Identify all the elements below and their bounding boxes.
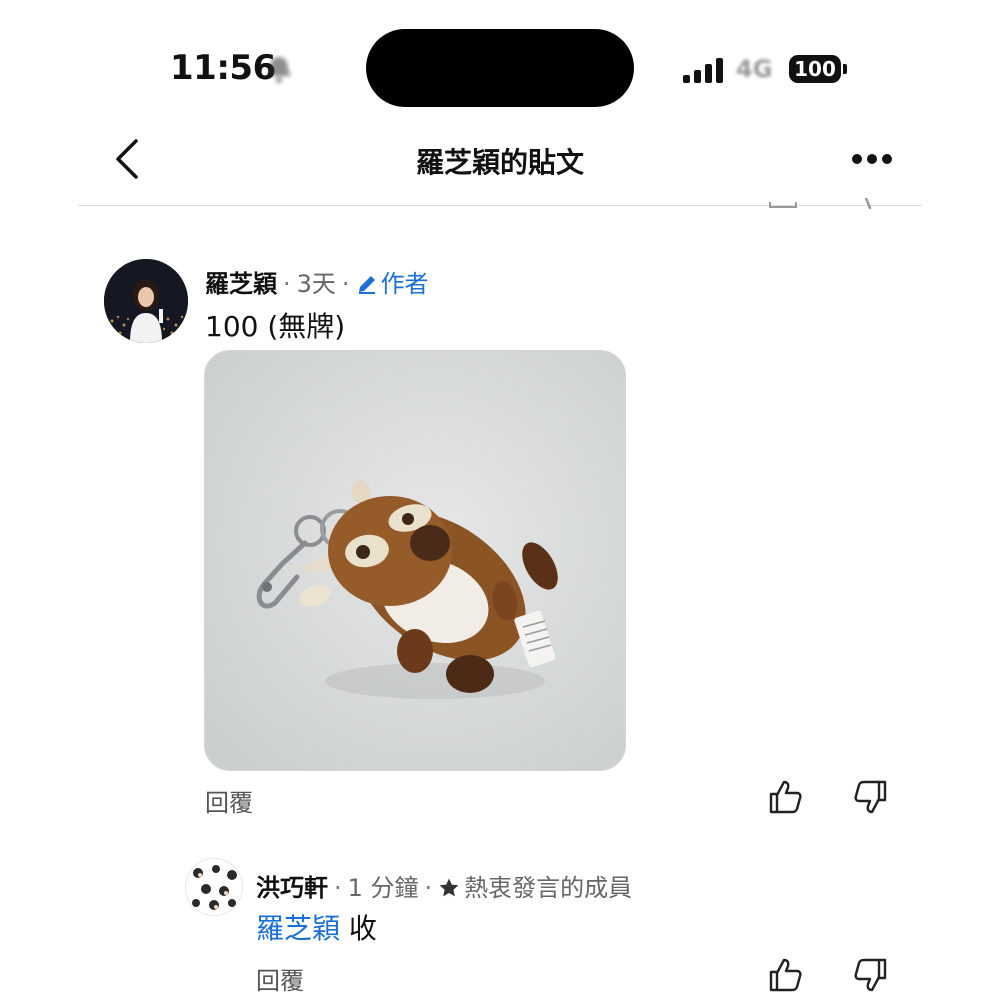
pencil-icon [358, 276, 375, 294]
page-title: 羅芝穎的貼文 [415, 146, 584, 179]
dynamic-island [366, 29, 634, 107]
reply-button[interactable]: 回覆 [256, 961, 304, 996]
comment-meta: 羅芝穎 · 3天 · 作者 [205, 270, 429, 298]
comment-meta: 洪巧軒 · 1 分鐘 · 熱衷發言的成員 [256, 874, 633, 902]
back-button[interactable] [105, 135, 149, 183]
chevron-left-icon [116, 139, 138, 179]
avatar[interactable] [185, 858, 243, 916]
avatar-photo [104, 259, 188, 343]
more-options-button[interactable] [848, 146, 896, 172]
comment-time: 1 分鐘 [347, 874, 419, 902]
author-name[interactable]: 羅芝穎 [205, 270, 277, 298]
reply-button[interactable]: 回覆 [205, 783, 253, 818]
silent-bell-icon [267, 57, 291, 83]
comment-body: 收 [348, 912, 377, 945]
status-time: 11:56 [170, 48, 276, 88]
battery-tip [843, 64, 847, 74]
battery-icon: 100 [789, 55, 841, 83]
plush-reindeer-keychain-photo [205, 351, 625, 770]
signal-icon [683, 57, 725, 83]
author-badge-label: 作者 [380, 270, 429, 298]
avatar[interactable] [104, 259, 188, 343]
comment-text: 100 (無牌) [205, 310, 346, 343]
thumbs-up-icon[interactable] [766, 956, 804, 994]
avatar-pattern [186, 859, 242, 915]
more-dots-icon [852, 154, 862, 164]
author-badge: 作者 [356, 270, 429, 298]
thumbs-down-icon[interactable] [852, 778, 890, 816]
mention-link[interactable]: 羅芝穎 [256, 912, 340, 945]
comment-photo[interactable] [204, 350, 626, 771]
scrolled-content-peek [769, 198, 872, 210]
author-name[interactable]: 洪巧軒 [256, 874, 328, 902]
comment-time: 3天 [296, 270, 336, 298]
member-badge-label: 熱衷發言的成員 [464, 874, 633, 902]
thumbs-down-icon[interactable] [852, 956, 890, 994]
network-type: 4G [736, 55, 773, 83]
star-icon [439, 878, 459, 897]
thumbs-up-icon[interactable] [766, 778, 804, 816]
comment-text: 羅芝穎 收 [256, 907, 377, 947]
